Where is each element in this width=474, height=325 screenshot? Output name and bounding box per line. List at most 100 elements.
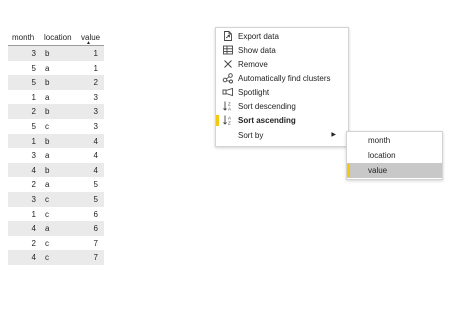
cell-value: 1 [93,63,98,73]
cell-month: 4 [31,224,36,234]
submenu-item-location[interactable]: location [347,148,442,163]
cell-value: 4 [93,151,98,161]
cell-location: c [45,238,49,248]
cell-month: 5 [31,63,36,73]
cell-month: 3 [31,151,36,161]
context-menu: Export data Show data Remove Automatical… [215,27,349,147]
menu-item-label: Sort descending [238,102,296,111]
spotlight-icon [222,87,233,97]
cell-location: b [45,78,50,88]
cell-value: 3 [93,121,98,131]
table-row[interactable]: 2a 5 [8,177,104,192]
cell-location: c [45,194,49,204]
cell-month: 2 [31,107,36,117]
menu-item-show-data[interactable]: Show data [216,43,348,57]
table-icon [223,45,233,55]
table-row[interactable]: 4b4 [8,162,104,178]
cell-value: 3 [93,107,98,117]
selected-indicator [347,164,350,177]
table-row[interactable]: 5c 3 [8,119,104,134]
cell-value: 5 [93,194,98,204]
cell-month: 3 [31,194,36,204]
table-row[interactable]: 1b 4 [8,133,104,149]
cell-location: c [45,121,49,131]
cell-month: 1 [31,136,36,146]
table-row[interactable]: 1c 6 [8,207,104,222]
menu-item-remove[interactable]: Remove [216,57,348,71]
cell-location: b [45,107,50,117]
menu-item-label: Spotlight [238,88,270,97]
cell-location: b [45,49,50,58]
cell-location: c [45,209,49,219]
table-row[interactable]: 2c 7 [8,236,104,251]
cell-location: a [45,224,50,234]
column-header-month[interactable]: month [12,33,34,42]
cell-month: 3 [31,49,36,58]
menu-item-label: Remove [238,60,268,69]
menu-item-spotlight[interactable]: Spotlight [216,85,348,99]
menu-item-sort-by[interactable]: Sort by ▶ [216,128,348,142]
cell-value: 7 [93,238,98,248]
sort-by-submenu: month location value [346,131,443,180]
cell-month: 4 [31,253,36,263]
cell-month: 1 [31,209,36,219]
export-icon [224,31,232,41]
submenu-item-label: location [368,151,396,160]
svg-text:Z: Z [228,121,231,126]
cell-location: c [45,253,49,263]
table-row[interactable]: 4a 6 [8,221,104,236]
table-row[interactable]: 5a 1 [8,61,104,76]
cell-location: a [45,180,50,190]
sort-descending-icon: Z A [223,101,231,112]
menu-item-label: Sort ascending [238,116,296,125]
cell-value: 6 [93,224,98,234]
cell-month: 2 [31,180,36,190]
table-row[interactable]: 5b 2 [8,75,104,90]
menu-item-sort-ascending[interactable]: A Z Sort ascending [216,113,348,127]
cell-value: 4 [93,165,98,175]
table-body: 3b15a15b21a32b35c31b43a44b42a53c51c64a62… [8,46,104,265]
cell-value: 3 [93,92,98,102]
submenu-arrow-icon: ▶ [331,132,336,138]
cell-value: 5 [93,180,98,190]
cell-value: 7 [93,253,98,263]
submenu-item-value[interactable]: value [347,163,442,178]
close-icon [224,60,232,68]
table-row[interactable]: 4c 7 [8,250,104,265]
table-row[interactable]: 3b 1 [8,46,104,61]
menu-item-label: Show data [238,46,276,55]
table-row[interactable]: 3c 5 [8,191,104,207]
cell-location: a [45,63,50,73]
cell-location: a [45,92,50,102]
data-table: month location value ▲ 3b15a15b21a32b35c… [8,30,104,265]
clusters-icon [222,73,233,84]
cell-month: 1 [31,92,36,102]
sort-ascending-icon: A Z [223,115,231,126]
cell-month: 2 [31,238,36,248]
selected-indicator [216,115,219,126]
cell-month: 5 [31,121,36,131]
cell-month: 4 [31,165,36,175]
menu-item-label: Export data [238,32,279,41]
cell-location: b [45,165,50,175]
table-row[interactable]: 3a 4 [8,148,104,163]
menu-item-label: Automatically find clusters [238,74,331,83]
table-row[interactable]: 2b 3 [8,104,104,119]
table-header: month location value ▲ [8,30,104,46]
svg-text:A: A [228,107,231,112]
cell-value: 4 [93,136,98,146]
cell-value: 1 [93,49,98,58]
submenu-item-label: month [368,136,391,145]
cell-value: 2 [93,78,98,88]
submenu-item-month[interactable]: month [347,133,442,148]
cell-location: a [45,151,50,161]
menu-item-sort-descending[interactable]: Z A Sort descending [216,99,348,113]
cell-month: 5 [31,78,36,88]
table-row[interactable]: 1a 3 [8,90,104,105]
cell-value: 6 [93,209,98,219]
menu-item-find-clusters[interactable]: Automatically find clusters [216,71,348,85]
submenu-item-label: value [368,166,388,175]
column-header-location[interactable]: location [44,33,72,42]
menu-item-label: Sort by [238,131,264,140]
menu-item-export-data[interactable]: Export data [216,29,348,43]
